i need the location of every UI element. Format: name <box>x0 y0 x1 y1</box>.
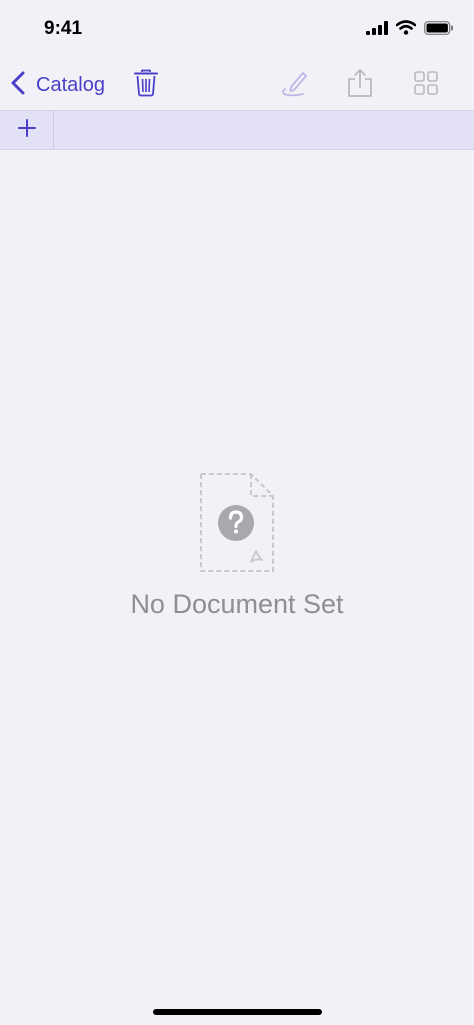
grid-view-icon <box>413 70 439 101</box>
status-bar: 9:41 <box>0 0 474 60</box>
add-tab-button[interactable] <box>0 111 54 149</box>
cellular-signal-icon <box>366 20 388 40</box>
document-tab-strip <box>0 110 474 150</box>
delete-button[interactable] <box>129 68 163 102</box>
empty-state-label: No Document Set <box>130 589 344 619</box>
annotate-button[interactable] <box>277 68 311 102</box>
home-indicator[interactable] <box>153 1009 322 1015</box>
share-icon <box>346 68 374 103</box>
empty-state: No Document Set <box>0 472 474 620</box>
back-label: Catalog <box>36 73 105 96</box>
share-button[interactable] <box>343 68 377 102</box>
annotate-pen-icon <box>279 68 309 103</box>
status-icons <box>366 20 454 40</box>
battery-icon <box>424 20 454 40</box>
navigation-bar: Catalog <box>0 60 474 110</box>
trash-icon <box>134 69 158 102</box>
back-button[interactable]: Catalog <box>8 68 105 102</box>
wifi-icon <box>395 20 417 40</box>
grid-view-button[interactable] <box>409 68 443 102</box>
plus-icon <box>17 118 36 142</box>
missing-document-icon <box>199 472 275 579</box>
status-time: 9:41 <box>44 18 83 39</box>
chevron-left-icon <box>8 70 28 101</box>
